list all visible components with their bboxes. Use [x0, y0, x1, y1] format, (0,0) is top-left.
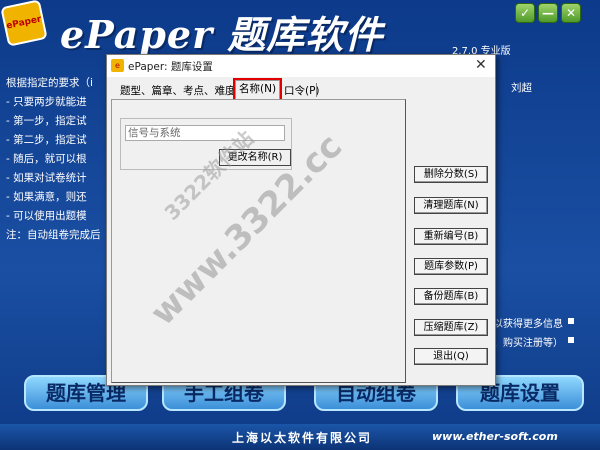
- dialog-close-icon[interactable]: ✕: [475, 57, 487, 73]
- intro-line: - 如果满意，则还: [6, 191, 87, 203]
- intro-line: - 只要两步就能进: [6, 96, 87, 108]
- bullet-icon: [568, 318, 574, 324]
- check-icon[interactable]: ✓: [515, 3, 535, 23]
- footer-company: 上海以太软件有限公司: [232, 431, 373, 445]
- intro-line: - 第二步，指定试: [6, 134, 87, 146]
- tab-name[interactable]: 名称(N): [232, 78, 283, 101]
- author-label: 刘超: [511, 82, 532, 94]
- bank-name-input[interactable]: [125, 125, 285, 141]
- rename-button[interactable]: 更改名称(R): [219, 149, 291, 166]
- bank-params-button[interactable]: 题库参数(P): [414, 258, 488, 275]
- exit-button[interactable]: 退出(Q): [414, 348, 488, 365]
- tab-types[interactable]: 题型、篇章、考点、难度(A): [117, 83, 254, 99]
- intro-line: 注：自动组卷完成后: [6, 229, 101, 241]
- footer-url[interactable]: www.ether-soft.com: [432, 430, 558, 443]
- tab-panel-name: 更改名称(R): [111, 99, 406, 383]
- minimize-icon[interactable]: —: [538, 3, 558, 23]
- intro-line: 根据指定的要求（i: [6, 77, 93, 89]
- name-group: 更改名称(R): [120, 118, 292, 170]
- intro-line: - 随后，就可以根: [6, 153, 87, 165]
- dialog-titlebar[interactable]: e ePaper: 题库设置 ✕: [107, 55, 495, 77]
- close-icon[interactable]: ✕: [561, 3, 581, 23]
- side-note: 以获得更多信息: [493, 319, 563, 330]
- clean-bank-button[interactable]: 清理题库(N): [414, 197, 488, 214]
- dialog-app-icon: e: [111, 59, 124, 72]
- intro-line: - 如果对试卷统计: [6, 172, 87, 184]
- delete-scores-button[interactable]: 删除分数(S): [414, 166, 488, 183]
- tab-separator: [316, 83, 317, 97]
- intro-line: - 第一步，指定试: [6, 115, 87, 127]
- bullet-icon: [568, 337, 574, 343]
- backup-bank-button[interactable]: 备份题库(B): [414, 288, 488, 305]
- footer: 上海以太软件有限公司 www.ether-soft.com: [0, 424, 600, 450]
- app-window: ePaper ePaper 题库软件 2.7.0 专业版 ✓ — ✕ 根据指定的…: [0, 0, 600, 450]
- intro-text: 根据指定的要求（i - 只要两步就能进 - 第一步，指定试 - 第二步，指定试 …: [6, 74, 101, 245]
- intro-line: - 可以使用出题模: [6, 210, 87, 222]
- dialog-title: ePaper: 题库设置: [128, 61, 213, 73]
- settings-dialog: e ePaper: 题库设置 ✕ 题型、篇章、考点、难度(A) 名称(N) 口令…: [106, 54, 496, 386]
- renumber-button[interactable]: 重新编号(B): [414, 228, 488, 245]
- app-logo-icon: ePaper: [0, 0, 48, 47]
- app-title: ePaper 题库软件: [60, 12, 384, 57]
- side-note: 、购买注册等）: [493, 338, 563, 349]
- compress-bank-button[interactable]: 压缩题库(Z): [414, 319, 488, 336]
